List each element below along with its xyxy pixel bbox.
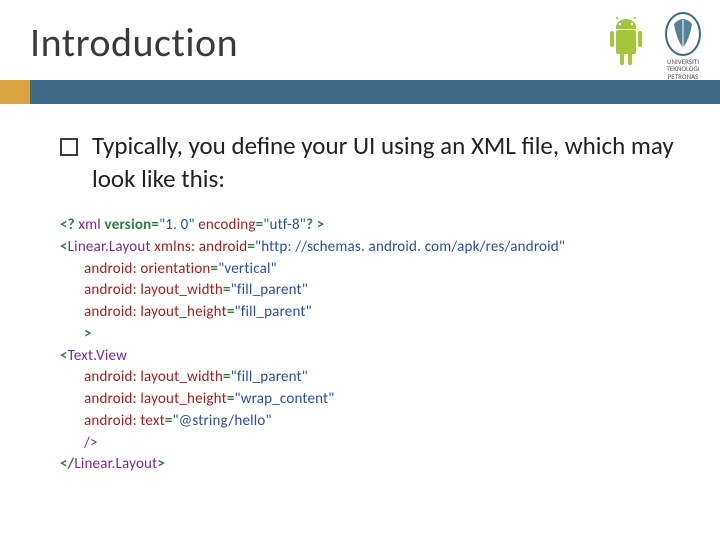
university-logo: UNIVERSITI TEKNOLOGI PETRONAS	[664, 12, 702, 80]
code-line: >	[60, 324, 684, 346]
bullet-item: Typically, you define your UI using an X…	[60, 130, 684, 195]
bullet-text: Typically, you define your UI using an X…	[92, 130, 684, 195]
code-line: android: orientation="vertical"	[60, 259, 684, 281]
code-line: android: layout_width="fill_parent"	[60, 367, 684, 389]
code-line: </Linear.Layout>	[60, 454, 684, 476]
code-line: <Text.View	[60, 346, 684, 368]
university-logo-caption: UNIVERSITI TEKNOLOGI PETRONAS	[666, 58, 699, 80]
code-line: android: layout_height="fill_parent"	[60, 302, 684, 324]
title-underline-accent	[0, 80, 30, 104]
xml-code-block: <? xml version="1. 0" encoding="utf-8"? …	[60, 215, 684, 476]
slide-body: Typically, you define your UI using an X…	[60, 130, 684, 476]
code-line: android: layout_width="fill_parent"	[60, 280, 684, 302]
code-line: android: layout_height="wrap_content"	[60, 389, 684, 411]
code-line: <Linear.Layout xmlns: android="http: //s…	[60, 237, 684, 259]
title-underline-bar	[0, 80, 720, 104]
logo-group: UNIVERSITI TEKNOLOGI PETRONAS	[602, 12, 702, 80]
code-line: android: text="@string/hello"	[60, 411, 684, 433]
android-logo	[602, 17, 650, 75]
slide-title: Introduction	[30, 18, 238, 67]
code-line: />	[60, 433, 684, 455]
code-line: <? xml version="1. 0" encoding="utf-8"? …	[60, 215, 684, 237]
bullet-marker	[60, 138, 78, 156]
